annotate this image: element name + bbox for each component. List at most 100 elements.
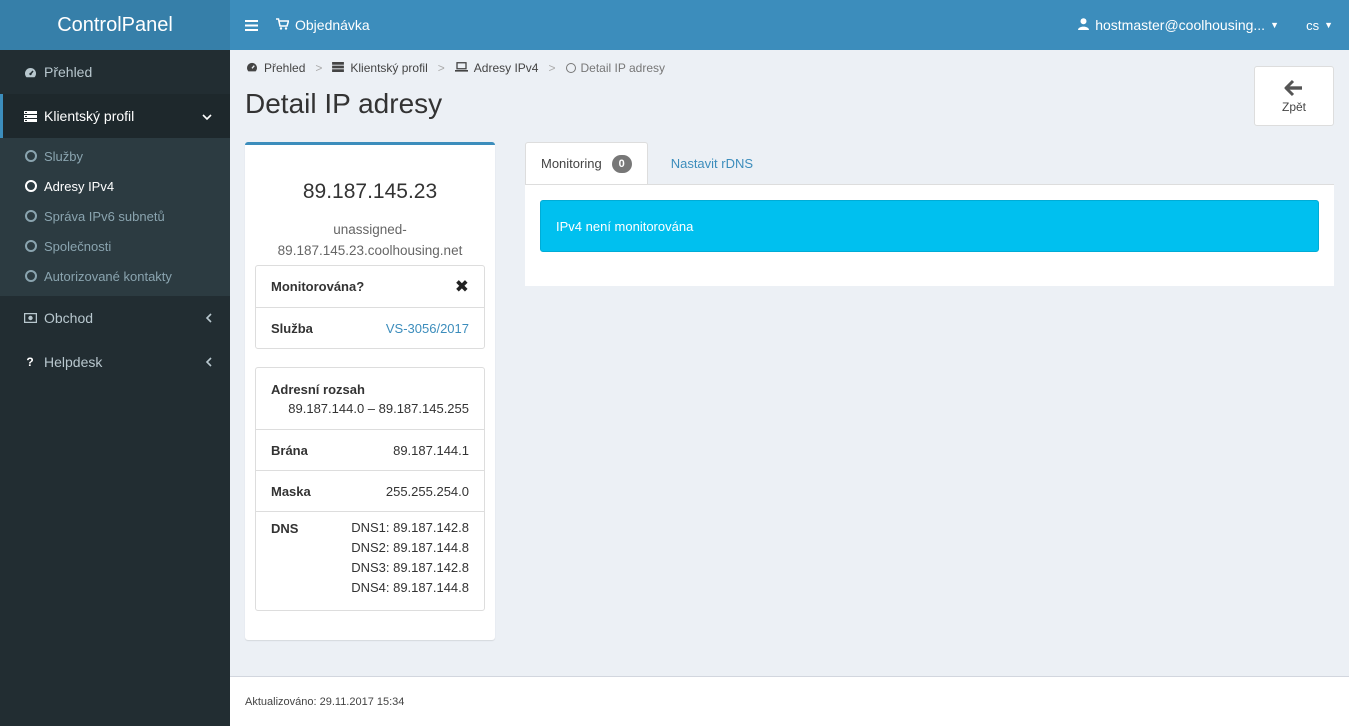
breadcrumb: Přehled > Klientský profil > Adresy IPv4…: [246, 61, 665, 75]
ip-info-panel: 89.187.145.23 unassigned- 89.187.145.23.…: [245, 142, 495, 640]
breadcrumb-separator: >: [548, 61, 556, 75]
submenu-item-ipv4[interactable]: Adresy IPv4: [0, 171, 230, 201]
sidebar-toggle-icon[interactable]: [230, 0, 272, 50]
circle-icon: [565, 63, 576, 73]
service-link[interactable]: VS-3056/2017: [386, 321, 469, 336]
breadcrumb-overview[interactable]: Přehled: [264, 61, 305, 75]
sidebar-item-label: Přehled: [44, 64, 93, 80]
service-row: Služba VS-3056/2017: [256, 307, 484, 348]
dns-value: DNS3: 89.187.142.8: [351, 560, 469, 575]
circle-icon: [25, 240, 37, 252]
submenu-item-label: Služby: [44, 148, 84, 164]
chevron-down-icon: [202, 108, 212, 124]
circle-icon: [25, 150, 37, 162]
info-alert: IPv4 není monitorována: [540, 200, 1319, 252]
circle-icon: [25, 270, 37, 282]
count-badge: 0: [611, 154, 632, 173]
user-label: hostmaster@coolhousing...: [1095, 17, 1266, 33]
monitoring-tabs-panel: Monitoring 0 Nastavit rDNS IPv4 není mon…: [525, 142, 1334, 286]
sidebar: ControlPanel Přehled Klientský profil Sl…: [0, 0, 230, 726]
range-label: Adresní rozsah: [271, 381, 365, 397]
hostname-line: 89.187.145.23.coolhousing.net: [277, 243, 463, 258]
dns-label: DNS: [271, 521, 299, 536]
submenu-item-companies[interactable]: Společnosti: [0, 231, 230, 261]
ip-hostname: unassigned- 89.187.145.23.coolhousing.ne…: [245, 219, 495, 261]
breadcrumb-client-profile[interactable]: Klientský profil: [350, 61, 427, 75]
sidebar-item-client-profile[interactable]: Klientský profil: [0, 94, 230, 138]
submenu-item-ipv6[interactable]: Správa IPv6 subnetů: [0, 201, 230, 231]
breadcrumb-current-label: Detail IP adresy: [580, 61, 666, 75]
submenu-item-label: Autorizované kontakty: [44, 268, 172, 284]
sidebar-item-overview[interactable]: Přehled: [0, 50, 230, 94]
monitored-label: Monitorována?: [271, 279, 365, 294]
page-title: Detail IP adresy: [245, 88, 443, 119]
breadcrumb-separator: >: [315, 61, 323, 75]
circle-icon: [25, 180, 37, 192]
breadcrumb-ipv4[interactable]: Adresy IPv4: [474, 61, 539, 75]
back-button[interactable]: Zpět: [1254, 66, 1334, 126]
gateway-row: Brána 89.187.144.1: [256, 429, 484, 470]
caret-down-icon: ▼: [1270, 20, 1279, 30]
chevron-left-icon: [205, 354, 212, 370]
submenu-item-services[interactable]: Služby: [0, 141, 230, 171]
last-updated: Aktualizováno: 29.11.2017 15:34: [245, 695, 405, 708]
chevron-left-icon: [205, 310, 212, 326]
tab-rdns[interactable]: Nastavit rDNS: [656, 142, 768, 184]
tab-label: Nastavit rDNS: [670, 155, 754, 171]
submenu-item-label: Správa IPv6 subnetů: [44, 208, 165, 224]
dns-value: DNS4: 89.187.144.8: [351, 580, 469, 595]
tab-monitoring[interactable]: Monitoring 0: [525, 142, 648, 184]
dashboard-icon: [23, 67, 37, 78]
dns-values: DNS1: 89.187.142.8 DNS2: 89.187.144.8 DN…: [351, 518, 469, 598]
dashboard-icon: [246, 62, 258, 75]
service-label: Služba: [271, 320, 313, 336]
circle-icon: [25, 210, 37, 222]
user-icon: [1078, 17, 1090, 33]
sidebar-item-business[interactable]: Obchod: [0, 296, 230, 340]
cross-icon: ✖: [454, 276, 469, 296]
mask-label: Maska: [271, 483, 311, 499]
range-value: 89.187.144.0 – 89.187.145.255: [288, 400, 469, 416]
dns-value: DNS2: 89.187.144.8: [351, 540, 469, 555]
tab-label: Monitoring: [541, 156, 602, 171]
submenu-item-label: Adresy IPv4: [44, 178, 115, 194]
submenu-item-contacts[interactable]: Autorizované kontakty: [0, 261, 230, 291]
order-link[interactable]: Objednávka: [272, 17, 374, 33]
cart-icon: [276, 17, 290, 33]
sidebar-item-label: Helpdesk: [44, 354, 103, 370]
arrow-left-icon: [1284, 79, 1304, 100]
language-selector[interactable]: cs ▼: [1306, 0, 1333, 50]
caret-down-icon: ▼: [1324, 20, 1333, 30]
client-profile-submenu: Služby Adresy IPv4 Správa IPv6 subnetů S…: [0, 138, 230, 296]
list-icon: [23, 110, 37, 122]
mask-row: Maska 255.255.254.0: [256, 470, 484, 511]
ip-address: 89.187.145.23: [302, 180, 438, 203]
user-menu[interactable]: hostmaster@coolhousing... ▼: [1078, 0, 1279, 50]
sidebar-item-label: Klientský profil: [44, 108, 135, 124]
top-navbar: Objednávka hostmaster@coolhousing... ▼ c…: [230, 0, 1349, 50]
dns-row: DNS DNS1: 89.187.142.8 DNS2: 89.187.144.…: [256, 511, 484, 610]
monitored-row: Monitorována? ✖: [256, 266, 484, 307]
sidebar-item-helpdesk[interactable]: ? Helpdesk: [0, 340, 230, 384]
dns-value: DNS1: 89.187.142.8: [351, 520, 469, 535]
list-icon: [332, 61, 345, 75]
tab-bar: Monitoring 0 Nastavit rDNS: [525, 142, 1334, 184]
status-list: Monitorována? ✖ Služba VS-3056/2017: [255, 265, 485, 349]
breadcrumb-current: Detail IP adresy: [565, 61, 666, 75]
breadcrumb-separator: >: [437, 61, 445, 75]
mask-value: 255.255.254.0: [385, 483, 469, 499]
language-label: cs: [1306, 17, 1320, 33]
submenu-item-label: Společnosti: [44, 238, 112, 254]
question-icon: ?: [26, 355, 34, 369]
order-label: Objednávka: [295, 17, 370, 33]
laptop-icon: [454, 61, 468, 75]
range-row: Adresní rozsah 89.187.144.0 – 89.187.145…: [256, 368, 484, 429]
tab-content: IPv4 není monitorována: [525, 184, 1334, 286]
hostname-line: unassigned-: [333, 222, 407, 237]
sidebar-item-label: Obchod: [44, 310, 94, 326]
footer: Aktualizováno: 29.11.2017 15:34: [230, 676, 1349, 726]
back-label: Zpět: [1281, 99, 1306, 114]
gateway-label: Brána: [271, 442, 308, 458]
network-list: Adresní rozsah 89.187.144.0 – 89.187.145…: [255, 367, 485, 611]
app-logo[interactable]: ControlPanel: [0, 0, 230, 50]
